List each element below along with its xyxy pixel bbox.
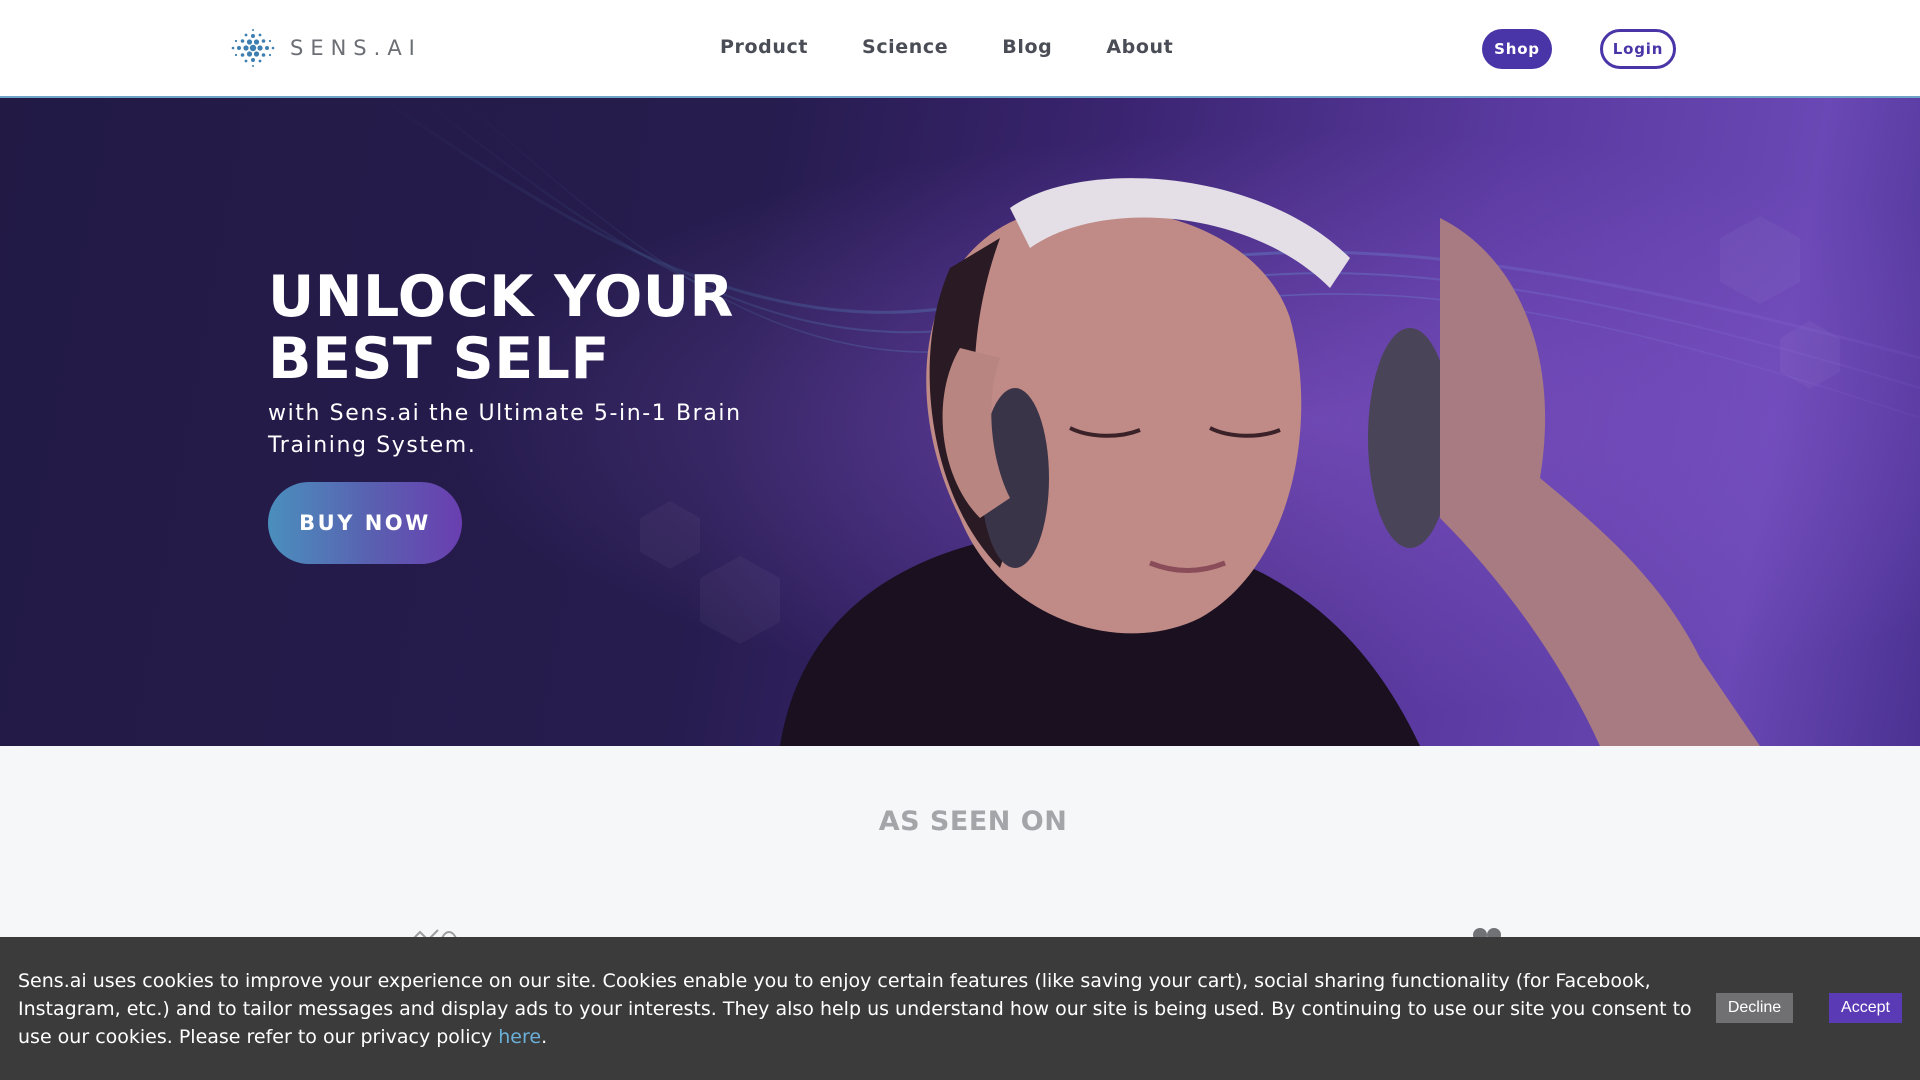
nav-blog[interactable]: Blog — [1002, 36, 1052, 58]
accept-cookies-button[interactable]: Accept — [1829, 993, 1902, 1023]
cookie-text-suffix: . — [541, 1026, 548, 1048]
main-nav: Product Science Blog About — [720, 36, 1227, 58]
logo-text: SENS.AI — [290, 36, 422, 60]
decline-cookies-button[interactable]: Decline — [1716, 993, 1793, 1023]
sensai-logo-icon — [231, 29, 275, 67]
as-seen-on-heading: AS SEEN ON — [878, 806, 1068, 837]
hero-title-line-2: BEST SELF — [268, 326, 610, 392]
site-header: SENS.AI Product Science Blog About Shop … — [0, 0, 1920, 98]
shop-button[interactable]: Shop — [1482, 29, 1552, 69]
nav-product[interactable]: Product — [720, 36, 808, 58]
hero-title: UNLOCK YOUR BEST SELF — [268, 266, 734, 390]
cookie-message: Sens.ai uses cookies to improve your exp… — [18, 967, 1698, 1051]
privacy-policy-link[interactable]: here — [498, 1026, 541, 1048]
hero-section: UNLOCK YOUR BEST SELF with Sens.ai the U… — [0, 98, 1920, 746]
login-button[interactable]: Login — [1600, 29, 1676, 69]
hero-title-line-1: UNLOCK YOUR — [268, 264, 734, 330]
nav-about[interactable]: About — [1106, 36, 1173, 58]
buy-now-button[interactable]: BUY NOW — [268, 482, 462, 564]
cookie-banner: Sens.ai uses cookies to improve your exp… — [0, 937, 1920, 1080]
logo-link[interactable]: SENS.AI — [230, 28, 422, 68]
hero-subtitle: with Sens.ai the Ultimate 5-in-1 Brain T… — [268, 401, 742, 458]
cookie-text: Sens.ai uses cookies to improve your exp… — [18, 970, 1692, 1048]
nav-science[interactable]: Science — [862, 36, 948, 58]
